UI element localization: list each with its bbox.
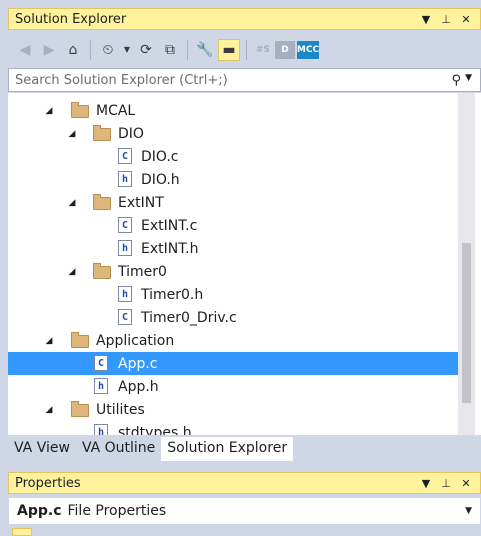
tab-solution-explorer[interactable]: Solution Explorer bbox=[161, 437, 294, 461]
tree-item-app-h[interactable]: h App.h bbox=[8, 375, 458, 398]
tree-item-dio[interactable]: ◢ DIO bbox=[8, 122, 458, 145]
c-file-icon: C bbox=[118, 217, 132, 233]
copy-icon[interactable]: ⧉ bbox=[159, 39, 181, 61]
h-file-icon: h bbox=[118, 286, 132, 302]
properties-object-selector[interactable]: App.c File Properties ▼ bbox=[8, 497, 481, 525]
tree-item-label: ExtINT bbox=[118, 194, 164, 211]
tab-va-view[interactable]: VA View bbox=[8, 437, 76, 461]
toolbar-separator bbox=[246, 39, 247, 60]
h-file-icon: h bbox=[94, 378, 108, 394]
tab-va-outline[interactable]: VA Outline bbox=[76, 437, 161, 461]
tree-item-label: Timer0.h bbox=[141, 286, 204, 303]
properties-titlebar: Properties ▼ ⊥ ✕ bbox=[8, 472, 481, 494]
categorized-icon[interactable] bbox=[12, 528, 32, 536]
c-file-icon: C bbox=[94, 355, 108, 371]
home-icon[interactable]: ⌂ bbox=[62, 39, 84, 61]
tool-window-tabs: VA View VA Outline Solution Explorer bbox=[8, 437, 294, 461]
folder-icon bbox=[93, 194, 111, 210]
folder-icon bbox=[93, 263, 111, 279]
h-file-icon: h bbox=[118, 171, 132, 187]
tree-item-label: ExtINT.h bbox=[141, 240, 199, 257]
expand-arrow-icon[interactable]: ◢ bbox=[43, 336, 55, 346]
tree-item-label: ExtINT.c bbox=[141, 217, 198, 234]
tree-item-mcal[interactable]: ◢ MCAL bbox=[8, 99, 458, 122]
toolbar-separator bbox=[90, 39, 91, 60]
close-icon[interactable]: ✕ bbox=[458, 477, 474, 490]
h-file-icon: h bbox=[94, 424, 108, 435]
solution-tree: ◢ MCAL ◢ DIO C DIO.c h DIO.h ◢ ExtINT C bbox=[8, 93, 481, 435]
scrollbar-thumb[interactable] bbox=[462, 243, 471, 403]
properties-wrench-icon[interactable]: 🔧 bbox=[194, 39, 216, 61]
tree-item-label: App.c bbox=[118, 355, 158, 372]
tree-item-stdtypes-h[interactable]: h stdtypes.h bbox=[8, 421, 458, 435]
tree-item-label: Utilites bbox=[96, 401, 145, 418]
close-icon[interactable]: ✕ bbox=[458, 13, 474, 26]
pin-icon[interactable]: ⊥ bbox=[438, 477, 454, 490]
tree-item-label: stdtypes.h bbox=[118, 424, 192, 436]
expand-arrow-icon[interactable]: ◢ bbox=[66, 129, 78, 139]
tree-item-dio-c[interactable]: C DIO.c bbox=[8, 145, 458, 168]
folder-icon bbox=[71, 102, 89, 118]
tree-item-timer0-h[interactable]: h Timer0.h bbox=[8, 283, 458, 306]
tree-item-extint-c[interactable]: C ExtINT.c bbox=[8, 214, 458, 237]
search-icon[interactable]: ⚲ bbox=[452, 73, 462, 88]
tree-item-label: Application bbox=[96, 332, 175, 349]
folder-icon bbox=[71, 332, 89, 348]
tree-item-application[interactable]: ◢ Application bbox=[8, 329, 458, 352]
properties-object-type: File Properties bbox=[67, 503, 167, 519]
tree-item-label: Timer0_Driv.c bbox=[141, 309, 237, 326]
va-d-icon[interactable]: D bbox=[275, 40, 295, 59]
tree-item-label: App.h bbox=[118, 378, 159, 395]
folder-icon bbox=[93, 125, 111, 141]
tree-item-label: DIO.c bbox=[141, 148, 179, 165]
c-file-icon: C bbox=[118, 309, 132, 325]
tree-item-app-c[interactable]: C App.c bbox=[8, 352, 458, 375]
pending-changes-icon[interactable]: ⏲ bbox=[97, 39, 119, 61]
tree-item-extint-h[interactable]: h ExtINT.h bbox=[8, 237, 458, 260]
dropdown-icon[interactable]: ▼ bbox=[465, 73, 472, 88]
solution-explorer-title: Solution Explorer bbox=[15, 11, 127, 27]
mcc-icon[interactable]: MCC bbox=[297, 40, 319, 59]
dropdown-icon[interactable]: ▼ bbox=[418, 13, 434, 26]
expand-arrow-icon[interactable]: ◢ bbox=[66, 267, 78, 277]
tree-item-extint[interactable]: ◢ ExtINT bbox=[8, 191, 458, 214]
toolbar-separator bbox=[187, 39, 188, 60]
tree-item-label: DIO bbox=[118, 125, 144, 142]
pending-changes-dropdown-icon[interactable]: ▼ bbox=[121, 39, 133, 61]
tree-scrollbar[interactable] bbox=[458, 93, 475, 435]
tree-item-timer0[interactable]: ◢ Timer0 bbox=[8, 260, 458, 283]
search-box[interactable]: ⚲ ▼ bbox=[8, 68, 481, 92]
folder-icon bbox=[71, 401, 89, 417]
tree-item-utilites[interactable]: ◢ Utilites bbox=[8, 398, 458, 421]
expand-arrow-icon[interactable]: ◢ bbox=[66, 198, 78, 208]
tree-item-label: Timer0 bbox=[118, 263, 167, 280]
chevron-down-icon[interactable]: ▼ bbox=[465, 506, 480, 516]
tree-item-label: MCAL bbox=[96, 102, 136, 119]
va-hash-icon[interactable]: #S bbox=[253, 41, 273, 59]
preview-icon[interactable]: ▬ bbox=[218, 38, 240, 61]
expand-arrow-icon[interactable]: ◢ bbox=[43, 405, 55, 415]
solution-explorer-toolbar: ◀ ▶ ⌂ ⏲ ▼ ⟳ ⧉ 🔧 ▬ #S D MCC bbox=[8, 33, 481, 66]
c-file-icon: C bbox=[118, 148, 132, 164]
h-file-icon: h bbox=[118, 240, 132, 256]
expand-arrow-icon[interactable]: ◢ bbox=[43, 106, 55, 116]
dropdown-icon[interactable]: ▼ bbox=[418, 477, 434, 490]
back-icon[interactable]: ◀ bbox=[14, 39, 36, 61]
properties-toolbar bbox=[8, 526, 481, 536]
properties-title: Properties bbox=[15, 475, 81, 491]
ide-window: Solution Explorer ▼ ⊥ ✕ ◀ ▶ ⌂ ⏲ ▼ ⟳ ⧉ 🔧 … bbox=[0, 0, 481, 536]
tree-item-timer0-driv-c[interactable]: C Timer0_Driv.c bbox=[8, 306, 458, 329]
solution-explorer-titlebar: Solution Explorer ▼ ⊥ ✕ bbox=[8, 8, 481, 30]
sync-icon[interactable]: ⟳ bbox=[135, 39, 157, 61]
tree-item-dio-h[interactable]: h DIO.h bbox=[8, 168, 458, 191]
pin-icon[interactable]: ⊥ bbox=[438, 13, 454, 26]
forward-icon[interactable]: ▶ bbox=[38, 39, 60, 61]
properties-object-name: App.c bbox=[17, 503, 62, 519]
tree-item-label: DIO.h bbox=[141, 171, 180, 188]
search-input[interactable] bbox=[9, 71, 452, 89]
